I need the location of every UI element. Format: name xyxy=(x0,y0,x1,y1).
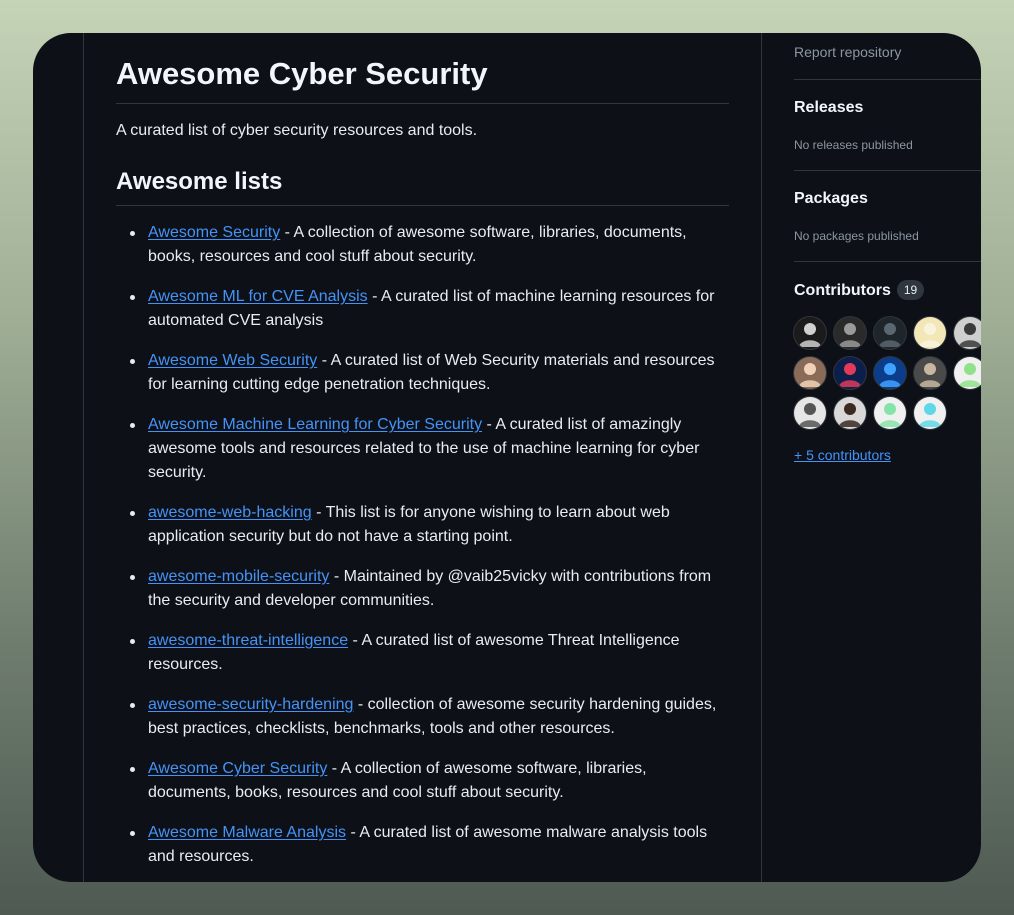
resource-link[interactable]: Awesome Security xyxy=(148,224,280,241)
list-item: Awesome Cyber Security - A collection of… xyxy=(130,757,729,805)
avatar-dark-art-icon[interactable] xyxy=(834,317,866,349)
list-item: Awesome Machine Learning for Cyber Secur… xyxy=(130,413,729,485)
resource-link[interactable]: Awesome Cyber Security xyxy=(148,760,327,777)
avatar-photo-group-icon[interactable] xyxy=(914,357,946,389)
list-item: awesome-web-hacking - This list is for a… xyxy=(130,501,729,549)
awesome-list: Awesome Security - A collection of aweso… xyxy=(116,221,729,882)
list-item: awesome-security-hardening - collection … xyxy=(130,693,729,741)
list-item: Awesome ML for CVE Analysis - A curated … xyxy=(130,285,729,333)
contributors-count-badge: 19 xyxy=(896,280,925,300)
readme-title: Awesome Cyber Security xyxy=(116,33,729,104)
avatar-green-pattern-icon[interactable] xyxy=(954,357,981,389)
no-releases-text: No releases published xyxy=(794,138,913,152)
avatar-green-cross-icon[interactable] xyxy=(874,397,906,429)
avatar-dark-logo-icon[interactable] xyxy=(794,317,826,349)
contributors-heading[interactable]: Contributors 19 xyxy=(794,280,925,300)
resource-link[interactable]: awesome-security-hardening xyxy=(148,696,353,713)
avatar-cyan-cross-icon[interactable] xyxy=(914,397,946,429)
list-item: Awesome Malware Analysis - A curated lis… xyxy=(130,821,729,869)
avatar-photo-man-icon[interactable] xyxy=(834,397,866,429)
avatar-photo-person-icon[interactable] xyxy=(794,357,826,389)
resource-link[interactable]: awesome-web-hacking xyxy=(148,504,312,521)
resource-link[interactable]: Awesome Machine Learning for Cyber Secur… xyxy=(148,416,482,433)
no-packages-text: No packages published xyxy=(794,229,919,243)
left-divider xyxy=(83,33,84,882)
resource-link[interactable]: Awesome ML for CVE Analysis xyxy=(148,288,368,305)
resource-link[interactable]: Awesome Malware Analysis xyxy=(148,824,346,841)
avatar-blue-shield-icon[interactable] xyxy=(874,357,906,389)
list-item: Awesome Security - A collection of aweso… xyxy=(130,221,729,269)
more-contributors-link[interactable]: + 5 contributors xyxy=(794,447,891,463)
readme-description: A curated list of cyber security resourc… xyxy=(116,122,478,139)
resource-link[interactable]: Awesome Web Security xyxy=(148,352,317,369)
releases-heading[interactable]: Releases xyxy=(794,99,863,117)
list-item: Awesome Web Security - A curated list of… xyxy=(130,349,729,397)
sidebar-divider xyxy=(794,261,981,262)
resource-link[interactable]: awesome-mobile-security xyxy=(148,568,329,585)
sidebar-divider xyxy=(794,170,981,171)
sidebar-divider xyxy=(794,79,981,80)
packages-heading[interactable]: Packages xyxy=(794,190,868,208)
list-item: awesome-mobile-security - Maintained by … xyxy=(130,565,729,613)
report-repository-link[interactable]: Report repository xyxy=(794,44,901,60)
readme-content: Awesome Cyber Security A curated list of… xyxy=(116,33,729,865)
section-heading: Awesome lists xyxy=(116,166,729,206)
avatar-light-yellow-icon[interactable] xyxy=(914,317,946,349)
avatar-blue-cyber-icon[interactable] xyxy=(834,357,866,389)
avatar-grey-person-icon[interactable] xyxy=(954,317,981,349)
avatar-dark-person-icon[interactable] xyxy=(874,317,906,349)
contributors-label: Contributors xyxy=(794,282,891,299)
browser-window: Awesome Cyber Security A curated list of… xyxy=(33,33,981,882)
resource-link[interactable]: awesome-threat-intelligence xyxy=(148,632,348,649)
right-divider xyxy=(761,33,762,882)
list-item: awesome-threat-intelligence - A curated … xyxy=(130,629,729,677)
avatar-sketch-person-icon[interactable] xyxy=(794,397,826,429)
